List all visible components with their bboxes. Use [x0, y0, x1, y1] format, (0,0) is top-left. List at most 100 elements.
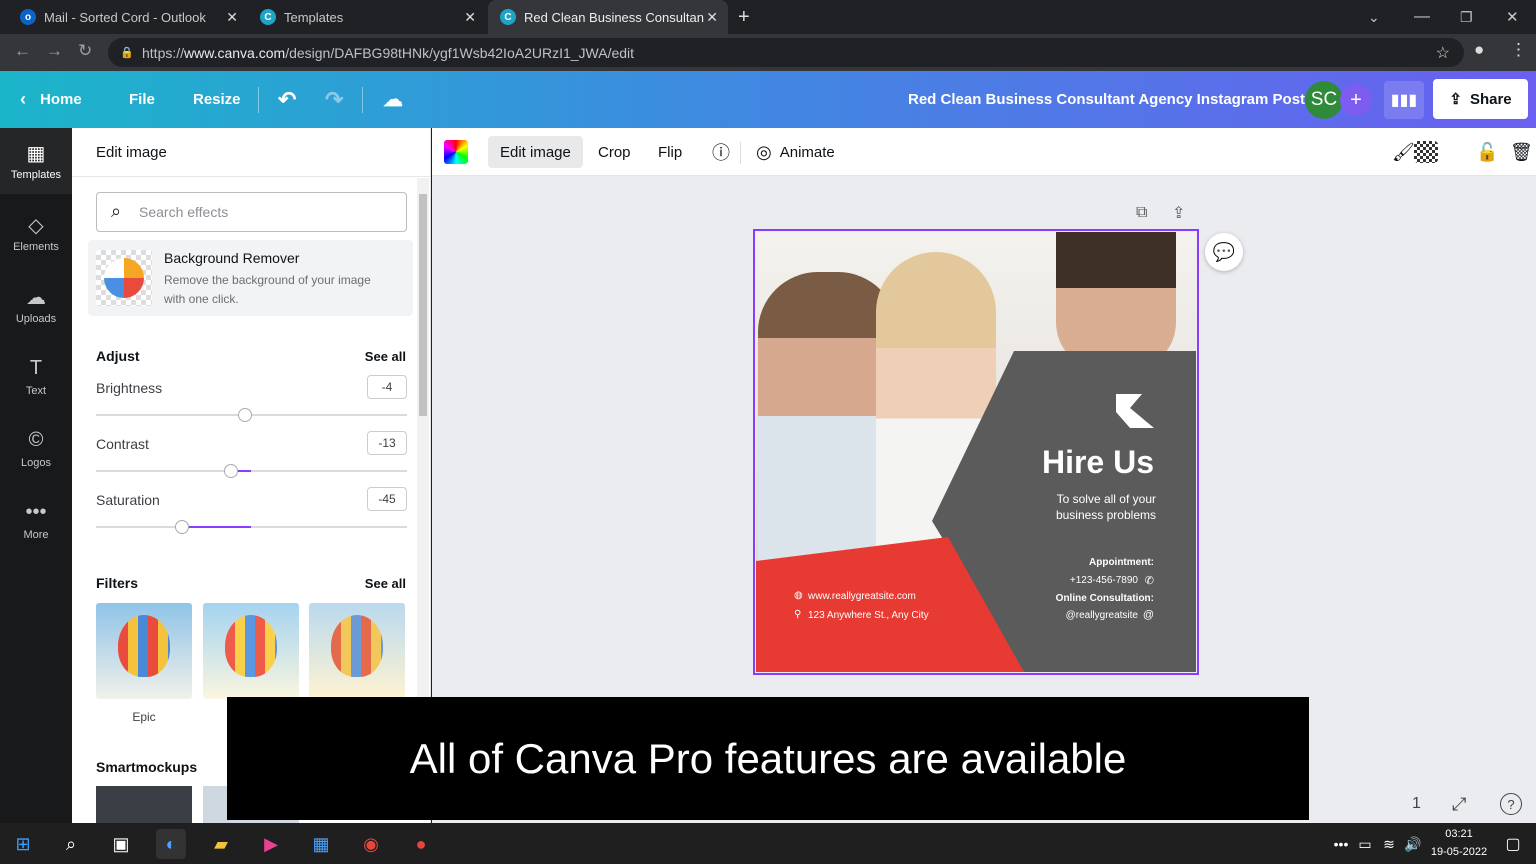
scrollbar-thumb[interactable] [419, 194, 427, 416]
sidebar-item-elements[interactable]: ◇ Elements [0, 200, 72, 266]
contrast-value[interactable]: -13 [367, 431, 407, 455]
clock-time[interactable]: 03:21 [1428, 828, 1490, 840]
divider [362, 87, 363, 113]
clock-date[interactable]: 19-05-2022 [1424, 846, 1494, 858]
adjust-heading: Adjust [96, 348, 140, 364]
left-sidebar: ▦ Templates ◇ Elements ☁ Uploads T Text © Log… [0, 128, 72, 823]
restore-icon[interactable]: ❐ [1460, 0, 1473, 34]
search-icon[interactable]: ⌕ [56, 829, 86, 859]
task-view-icon[interactable]: ▣ [106, 829, 136, 859]
edge-icon[interactable]: ◐ [156, 829, 186, 859]
sidebar-item-label: Logos [21, 457, 51, 469]
add-collaborator-button[interactable]: + [1340, 84, 1372, 116]
close-icon[interactable]: ✕ [464, 9, 476, 26]
profile-icon[interactable]: ● [1474, 40, 1484, 60]
transparency-icon[interactable] [1414, 141, 1438, 163]
beach-ball-image [104, 258, 144, 298]
home-button[interactable]: ‹ Home [20, 71, 82, 128]
search-icon: ⌕ [111, 201, 122, 221]
sidebar-item-label: Text [25, 385, 47, 397]
chevron-left-icon: ‹ [20, 89, 26, 109]
redo-icon[interactable]: ↷ [325, 71, 343, 128]
saturation-slider[interactable] [96, 520, 407, 534]
help-icon[interactable]: ? [1500, 793, 1522, 815]
slider-knob[interactable] [238, 408, 253, 422]
contrast-slider[interactable] [96, 464, 407, 478]
divider [740, 142, 741, 164]
file-explorer-icon[interactable]: ▰ [206, 829, 236, 859]
brightness-value[interactable]: -4 [367, 375, 407, 399]
mockup-thumbnail[interactable] [96, 786, 192, 823]
store-icon[interactable]: ▦ [306, 829, 336, 859]
panel-title: Edit image [96, 144, 167, 161]
url-host: www.canva.com [184, 44, 286, 61]
animate-icon: ◎ [756, 141, 772, 162]
saturation-value[interactable]: -45 [367, 487, 407, 511]
browser-menu-icon[interactable]: ⋮ [1510, 40, 1527, 60]
bg-remover-desc: Remove the background of your image [164, 273, 371, 287]
document-title[interactable]: Red Clean Business Consultant Agency Ins… [908, 71, 1305, 128]
slider-knob[interactable] [224, 464, 239, 478]
search-effects-input[interactable]: ⌕ Search effects [96, 192, 407, 232]
animate-button[interactable]: ◎ Animate [744, 136, 847, 168]
insights-icon[interactable]: ▮▮▮ [1384, 81, 1424, 119]
filter-2[interactable] [203, 603, 299, 699]
back-icon[interactable]: ← [14, 41, 31, 61]
sidebar-item-logos[interactable]: © Logos [0, 416, 72, 482]
reload-icon[interactable]: ↻ [78, 41, 92, 61]
avatar[interactable]: SC [1305, 81, 1343, 119]
sidebar-item-more[interactable]: ••• More [0, 488, 72, 554]
resize-button[interactable]: Resize [193, 71, 241, 128]
edit-image-button[interactable]: Edit image [488, 136, 583, 168]
elements-icon: ◇ [28, 215, 44, 237]
filter-label: Epic [132, 710, 156, 724]
info-icon[interactable]: ⓘ [700, 136, 742, 168]
close-icon[interactable]: ✕ [706, 9, 718, 26]
bookmark-star-icon[interactable]: ☆ [1436, 43, 1450, 63]
filter-epic[interactable] [96, 603, 192, 699]
cloud-sync-icon[interactable]: ☁ [383, 71, 403, 128]
sidebar-item-text[interactable]: T Text [0, 344, 72, 410]
forward-icon[interactable]: → [46, 41, 63, 61]
filter-3[interactable] [309, 603, 405, 699]
url-field[interactable]: 🔒 https://www.canva.com/design/DAFBG98tH… [108, 38, 1464, 67]
filters-see-all-link[interactable]: See all [365, 576, 406, 591]
tab-outlook[interactable]: o Mail - Sorted Cord - Outlook ✕ [8, 0, 248, 34]
trash-icon[interactable]: 🗑 [1498, 136, 1536, 168]
sidebar-item-templates[interactable]: ▦ Templates [0, 128, 72, 194]
crop-button[interactable]: Crop [586, 136, 643, 168]
pages-grid-icon[interactable]: 1 [1412, 795, 1421, 813]
color-picker-icon[interactable] [444, 140, 468, 164]
file-menu[interactable]: File [129, 71, 155, 128]
chrome-icon[interactable]: ◉ [356, 829, 386, 859]
share-button[interactable]: ⇪ Share [1433, 79, 1528, 119]
add-comment-icon[interactable]: 💬 [1205, 233, 1243, 271]
canva-icon: C [260, 9, 276, 25]
tab-title: Mail - Sorted Cord - Outlook [44, 9, 206, 25]
flip-button[interactable]: Flip [646, 136, 694, 168]
divider [72, 176, 431, 177]
tab-design[interactable]: C Red Clean Business Consultant A ✕ [488, 0, 728, 34]
duplicate-page-icon[interactable]: ⧉ [1136, 204, 1147, 222]
brightness-label: Brightness [96, 380, 163, 396]
media-player-icon[interactable]: ▶ [256, 829, 286, 859]
sidebar-item-uploads[interactable]: ☁ Uploads [0, 272, 72, 338]
brightness-slider[interactable] [96, 408, 407, 422]
window-close-icon[interactable]: ✕ [1506, 0, 1519, 34]
notifications-icon[interactable]: ▢ [1498, 829, 1528, 859]
new-tab-button[interactable]: + [738, 0, 750, 34]
undo-icon[interactable]: ↶ [278, 71, 296, 128]
slider-knob[interactable] [174, 520, 189, 534]
balloon-image [118, 615, 170, 677]
adjust-see-all-link[interactable]: See all [365, 349, 406, 364]
windows-start-icon[interactable]: ⊞ [8, 829, 38, 859]
recorder-icon[interactable]: ● [406, 829, 436, 859]
fullscreen-icon[interactable]: ⤢ [1452, 794, 1466, 815]
tab-search-icon[interactable]: ⌄ [1368, 0, 1380, 34]
selection-outline [753, 229, 1199, 675]
close-icon[interactable]: ✕ [226, 9, 238, 26]
background-remover-card[interactable]: Background Remover Remove the background… [88, 240, 413, 316]
tab-templates[interactable]: C Templates ✕ [248, 0, 486, 34]
minimize-icon[interactable]: — [1414, 0, 1430, 34]
add-page-icon[interactable]: ⇪ [1172, 203, 1185, 223]
